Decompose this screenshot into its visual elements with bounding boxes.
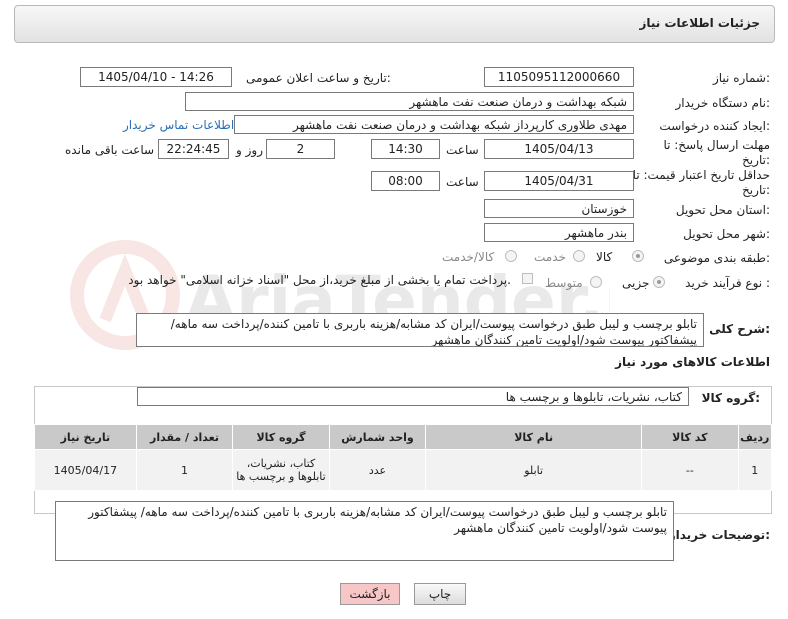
table-row: 1 -- تابلو عدد کتاب، نشریات، تابلوها و ب…	[34, 449, 773, 491]
goods-section-title: اطلاعات کالاهای مورد نیاز	[615, 355, 770, 369]
process-option-partial: جزیی	[622, 276, 650, 290]
col-group: گروه کالا	[232, 424, 330, 450]
buyer-contact-link[interactable]: اطلاعات تماس خریدار	[123, 118, 234, 132]
col-date: تاریخ نیاز	[34, 424, 137, 450]
city-label: شهر محل تحویل:	[683, 227, 770, 241]
summary-text: تابلو برچسب و لیبل طبق درخواست پیوست/ایر…	[136, 313, 704, 347]
category-option-goods: کالا	[596, 250, 613, 264]
cell-name: تابلو	[425, 449, 643, 491]
category-option-service: خدمت	[534, 250, 566, 264]
announce-label: تاریخ و ساعت اعلان عمومی:	[246, 71, 391, 85]
announce-field: 1405/04/10 - 14:26	[80, 67, 232, 87]
province-label: استان محل تحویل:	[675, 203, 770, 217]
buyer-notes-label: توضیحات خریدار:	[668, 528, 770, 542]
cell-date: 1405/04/17	[34, 449, 137, 491]
col-name: نام کالا	[425, 424, 643, 450]
validity-time-field: 08:00	[371, 171, 440, 191]
back-button[interactable]: بازگشت	[340, 583, 400, 605]
process-radio-medium[interactable]	[590, 276, 602, 288]
col-qty: تعداد / مقدار	[135, 424, 234, 450]
payment-note: پرداخت تمام یا بخشی از مبلغ خرید،از محل …	[128, 273, 511, 287]
col-unit: واحد شمارش	[328, 424, 427, 450]
need-number-field: 1105095112000660	[484, 67, 634, 87]
category-option-goods-service: کالا/خدمت	[442, 250, 495, 264]
province-field: خوزستان	[484, 199, 634, 218]
col-row: ردیف	[737, 424, 773, 450]
cell-qty: 1	[135, 449, 234, 491]
deadline-label: مهلت ارسال پاسخ: تا تاریخ:	[663, 138, 770, 167]
category-radio-service[interactable]	[573, 250, 585, 262]
remaining-time-field: 22:24:45	[158, 139, 229, 159]
goods-table: ردیف کد کالا نام کالا واحد شمارش گروه کا…	[34, 424, 773, 491]
print-button[interactable]: چاپ	[414, 583, 466, 605]
need-number-label: شماره نیاز:	[712, 71, 770, 85]
buyer-org-field: شبکه بهداشت و درمان صنعت نفت ماهشهر	[185, 92, 634, 111]
creator-label: ایجاد کننده درخواست:	[659, 119, 770, 133]
validity-label: حداقل تاریخ اعتبار قیمت: تا تاریخ:	[632, 168, 770, 197]
category-label: طبقه بندی موضوعی:	[663, 251, 770, 265]
category-radio-goods[interactable]	[632, 250, 644, 262]
col-code: کد کالا	[641, 424, 739, 450]
category-radio-goods-service[interactable]	[505, 250, 517, 262]
days-label: روز و	[236, 143, 263, 157]
buyer-notes-text: تابلو برچسب و لیبل طبق درخواست پیوست/ایر…	[55, 501, 674, 561]
process-option-medium: متوسط	[545, 276, 583, 290]
goods-group-field: کتاب، نشریات، تابلوها و برچسب ها	[137, 387, 689, 406]
cell-code: --	[641, 449, 739, 491]
days-field: 2	[266, 139, 335, 159]
creator-field: مهدی طلاوری کارپرداز شبکه بهداشت و درمان…	[234, 115, 634, 134]
process-radio-partial[interactable]	[653, 276, 665, 288]
goods-group-label: گروه کالا:	[701, 391, 760, 405]
goods-table-header: ردیف کد کالا نام کالا واحد شمارش گروه کا…	[34, 424, 773, 450]
city-field: بندر ماهشهر	[484, 223, 634, 242]
buyer-org-label: نام دستگاه خریدار:	[675, 96, 771, 110]
validity-date-field: 1405/04/31	[484, 171, 634, 191]
validity-hour-label: ساعت	[446, 175, 479, 189]
cell-row: 1	[737, 449, 773, 491]
payment-checkbox[interactable]	[522, 273, 533, 284]
cell-unit: عدد	[328, 449, 427, 491]
process-label: نوع فرآیند خرید :	[685, 276, 770, 290]
deadline-hour-label: ساعت	[446, 143, 479, 157]
deadline-date-field: 1405/04/13	[484, 139, 634, 159]
page-title: جزئیات اطلاعات نیاز	[639, 16, 760, 30]
deadline-time-field: 14:30	[371, 139, 440, 159]
cell-group: کتاب، نشریات، تابلوها و برچسب ها	[232, 449, 330, 491]
page-header: جزئیات اطلاعات نیاز	[14, 5, 775, 43]
remaining-label: ساعت باقی مانده	[65, 143, 155, 157]
